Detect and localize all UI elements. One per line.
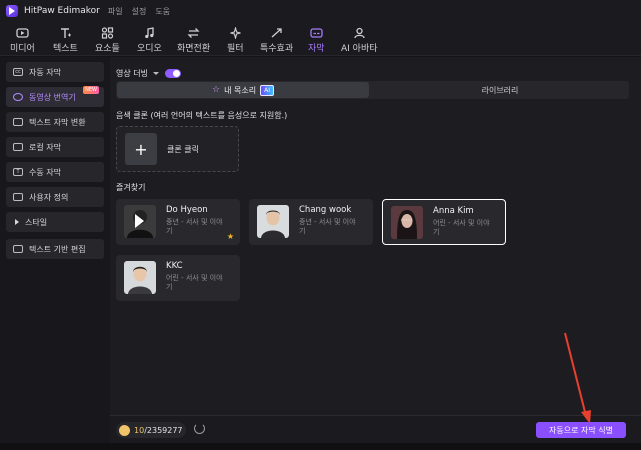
avatar	[257, 205, 289, 238]
filter-icon	[227, 25, 243, 40]
tool-media[interactable]: 미디어	[10, 25, 35, 55]
triangle-icon	[15, 219, 19, 225]
sidebar-item-auto-subtitle[interactable]: cc 자동 자막	[6, 62, 104, 82]
credits-pill: 10 /2359277	[116, 422, 186, 438]
avatar	[124, 261, 156, 294]
voice-card-do-hyeon[interactable]: Do Hyeon 중년 - 서사 및 이야기 ★	[116, 199, 240, 245]
avatar-icon	[351, 25, 367, 40]
elements-icon	[99, 25, 115, 40]
cc-icon: cc	[13, 68, 23, 76]
clone-voice-card[interactable]: + 클론 클릭	[116, 126, 239, 172]
star-icon: ☆	[212, 85, 221, 95]
tool-audio[interactable]: 오디오	[137, 25, 162, 55]
tool-transition[interactable]: 화면전환	[177, 25, 210, 55]
menu-file[interactable]: 파일	[108, 6, 123, 17]
app-logo-icon	[6, 5, 18, 17]
text-convert-icon	[13, 118, 23, 126]
subtitle-icon	[308, 25, 324, 40]
new-badge: NEW	[83, 86, 99, 94]
media-icon	[14, 25, 30, 40]
voice-card-chang-wook[interactable]: Chang wook 중년 - 서사 및 이야기	[249, 199, 373, 245]
tool-effects[interactable]: 특수효과	[260, 25, 293, 55]
local-subtitle-icon	[13, 143, 23, 151]
tool-elements[interactable]: 요소들	[95, 25, 120, 55]
footer-strip	[0, 443, 641, 450]
title-bar: HitPaw Edimakor 파일 설정 도움	[0, 0, 641, 22]
voice-tabs: ☆ 내 목소리 AI 라이브러리	[116, 81, 629, 99]
tool-ai-avatar[interactable]: AI 아바타	[341, 25, 378, 55]
app-title: HitPaw Edimakor	[24, 6, 100, 16]
audio-icon	[141, 25, 157, 40]
sidebar-item-custom[interactable]: 사용자 정의	[6, 187, 104, 207]
text-icon	[57, 25, 73, 40]
plus-icon: +	[125, 133, 157, 165]
custom-icon	[13, 193, 23, 201]
favorites-title: 즐겨찾기	[116, 183, 146, 192]
voice-clone-description: 음색 클론 (여러 언어의 텍스트를 음성으로 지원함.)	[116, 111, 288, 120]
auto-recognize-subtitle-button[interactable]: 자동으로 자막 식별	[536, 422, 626, 438]
avatar	[124, 205, 156, 238]
translator-panel: 영상 더빙 ☆ 내 목소리 AI 라이브러리 음색 클론 (여러 언어의 텍스트…	[110, 57, 641, 415]
tab-my-voice[interactable]: ☆ 내 목소리 AI	[117, 82, 369, 98]
sidebar-item-style[interactable]: 스타일	[6, 212, 104, 232]
ai-chip: AI	[260, 84, 274, 96]
manual-subtitle-icon: T	[13, 168, 23, 176]
translate-icon	[13, 93, 23, 101]
menu-help[interactable]: 도움	[155, 6, 170, 17]
favorite-star-icon[interactable]: ★	[227, 232, 234, 241]
subtitle-sidebar: cc 자동 자막 동영상 번역기 NEW 텍스트 자막 변환 로컬 자막 T 수…	[0, 57, 110, 450]
dubbing-row: 영상 더빙	[116, 68, 181, 79]
sidebar-item-local-subtitle[interactable]: 로컬 자막	[6, 137, 104, 157]
tool-text[interactable]: 텍스트	[53, 25, 78, 55]
dubbing-label: 영상 더빙	[116, 69, 148, 78]
dubbing-toggle[interactable]	[164, 69, 181, 78]
chevron-down-icon[interactable]	[152, 72, 159, 75]
tool-subtitle[interactable]: 자막	[308, 25, 325, 55]
transition-icon	[186, 25, 202, 40]
sidebar-item-manual-subtitle[interactable]: T 수동 자막	[6, 162, 104, 182]
sidebar-item-text-based-edit[interactable]: 텍스트 기반 편집	[6, 239, 104, 259]
bottom-bar: 10 /2359277 자동으로 자막 식별	[110, 415, 641, 443]
voice-card-anna-kim[interactable]: Anna Kim 어린 - 서사 및 이야기	[382, 199, 506, 245]
avatar	[391, 206, 423, 239]
credits-total: /2359277	[144, 425, 183, 435]
text-edit-icon	[13, 245, 23, 253]
main-toolbar: 미디어 텍스트 요소들 오디오 화면전환 필터 특수효과 자막 AI 아바타	[0, 22, 641, 56]
effects-icon	[269, 25, 285, 40]
tab-library[interactable]: 라이브러리	[372, 82, 628, 98]
menu-settings[interactable]: 설정	[132, 6, 147, 17]
coin-icon	[119, 424, 130, 436]
voice-card-kkc[interactable]: KKC 어린 - 서사 및 이야기	[116, 255, 240, 301]
refresh-icon[interactable]	[194, 423, 205, 434]
tool-filter[interactable]: 필터	[227, 25, 244, 55]
sidebar-item-text-convert[interactable]: 텍스트 자막 변환	[6, 112, 104, 132]
sidebar-item-video-translator[interactable]: 동영상 번역기 NEW	[6, 86, 104, 107]
clone-label: 클론 클릭	[167, 144, 199, 154]
credits-used: 10	[134, 425, 145, 435]
play-icon[interactable]	[135, 214, 144, 228]
